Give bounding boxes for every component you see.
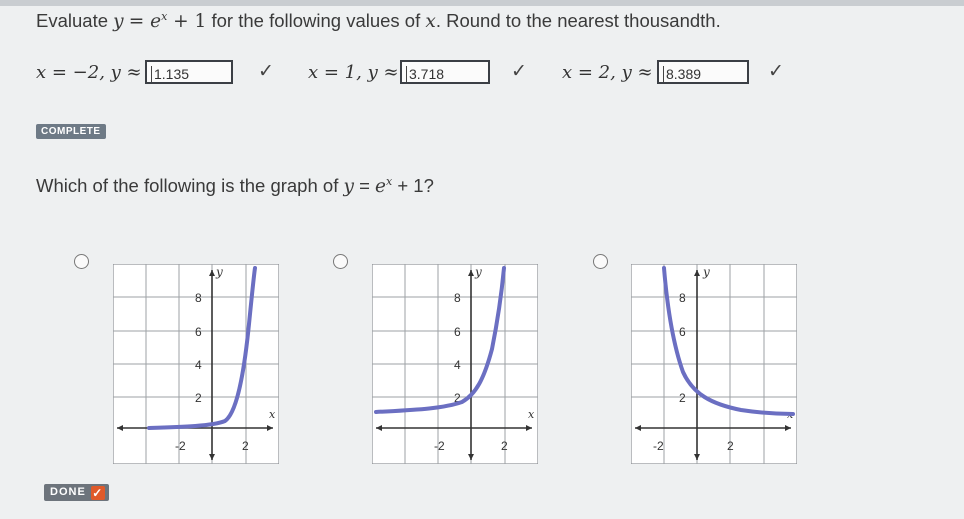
y-tick: 8 — [195, 291, 202, 305]
x-tick: -2 — [434, 439, 445, 453]
answer-input-3[interactable]: 8.389 — [657, 60, 749, 84]
y-tick: 6 — [195, 325, 202, 339]
math-x: x — [425, 11, 436, 33]
y-tick: 8 — [454, 291, 461, 305]
y-tick: 4 — [454, 358, 461, 372]
x-tick: -2 — [175, 439, 186, 453]
y-tick: 6 — [454, 325, 461, 339]
row-x-neg2-label: x = −2, y ≈ — [36, 62, 142, 83]
radio-option-1[interactable] — [74, 254, 89, 269]
x-tick: -2 — [653, 439, 664, 453]
graph-option-3[interactable]: y x 8 6 2 -2 2 — [631, 264, 797, 464]
question-text-3: . Round to the nearest thousandth. — [435, 10, 721, 32]
answer-input-1[interactable]: 1.135 — [145, 60, 233, 84]
question-which-graph: Which of the following is the graph of y… — [36, 175, 434, 198]
y-axis-label: y — [702, 265, 710, 279]
question-text-2: for the following values of — [206, 10, 426, 32]
check-icon: ✓ — [768, 61, 784, 82]
math-tail: + 1 — [167, 11, 207, 33]
y-axis-label: y — [215, 265, 223, 279]
x-tick: 2 — [727, 439, 734, 453]
x-axis-label: x — [528, 408, 535, 421]
done-check-icon: ✓ — [90, 485, 105, 500]
graph-option-2[interactable]: y x 8 6 4 2 -2 2 — [372, 264, 538, 464]
row-x-1-label: x = 1, y ≈ — [308, 62, 399, 83]
math-y: y — [113, 11, 124, 33]
graph-option-1[interactable]: y x 8 6 4 2 -2 2 — [113, 264, 279, 464]
y-tick: 2 — [195, 391, 202, 405]
done-label: DONE — [50, 486, 86, 498]
x-tick: 2 — [242, 439, 249, 453]
radio-option-2[interactable] — [333, 254, 348, 269]
row-x-2-label: x = 2, y ≈ — [562, 62, 653, 83]
y-tick: 4 — [195, 358, 202, 372]
y-tick: 2 — [679, 391, 686, 405]
question-text: Evaluate — [36, 10, 114, 32]
answer-input-2[interactable]: 3.718 — [400, 60, 490, 84]
top-bar — [0, 0, 964, 6]
y-tick: 8 — [679, 291, 686, 305]
x-tick: 2 — [501, 439, 508, 453]
check-icon: ✓ — [511, 61, 527, 82]
complete-badge: COMPLETE — [36, 124, 106, 139]
x-axis-label: x — [269, 408, 276, 421]
math-base: e — [150, 11, 162, 33]
radio-option-3[interactable] — [593, 254, 608, 269]
done-button[interactable]: DONE ✓ — [44, 484, 109, 501]
math-eq: = — [128, 11, 151, 33]
question-evaluate: Evaluate y = e x + 1 for the following va… — [36, 10, 721, 32]
check-icon: ✓ — [258, 61, 274, 82]
y-axis-label: y — [474, 265, 482, 279]
y-tick: 6 — [679, 325, 686, 339]
